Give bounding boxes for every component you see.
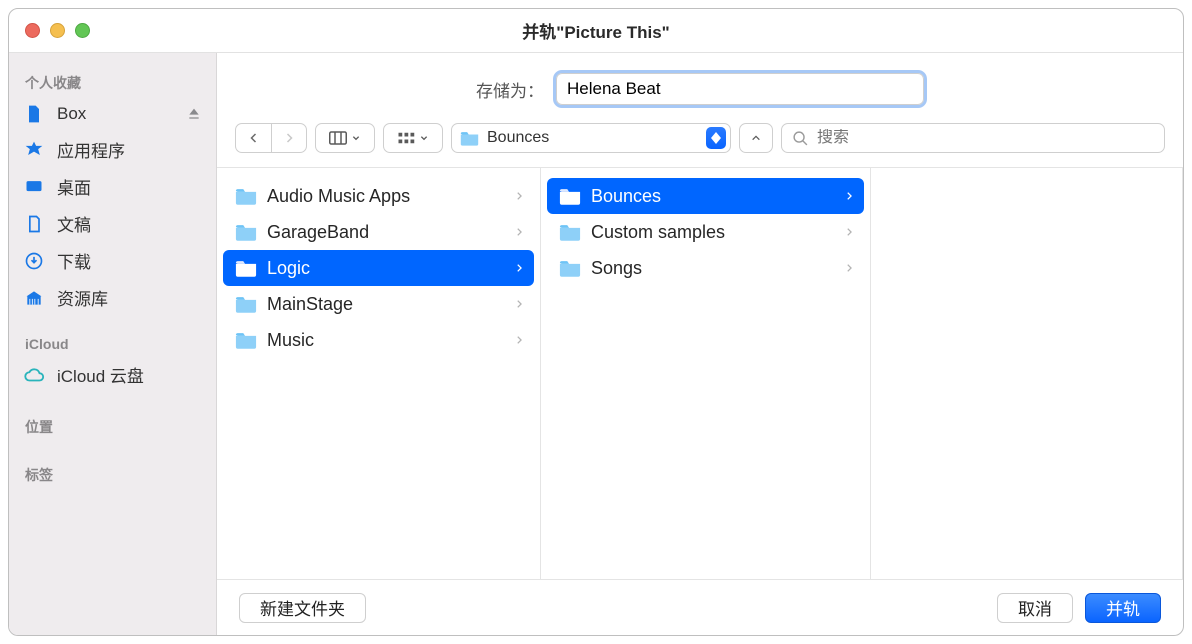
folder-row[interactable]: Custom samples xyxy=(547,214,864,250)
sidebar-item-box[interactable]: Box xyxy=(9,97,216,131)
folder-name: MainStage xyxy=(267,294,353,315)
sidebar-item-label: 资源库 xyxy=(57,285,108,310)
window-title: 并轨"Picture This" xyxy=(9,18,1183,43)
folder-row[interactable]: Bounces xyxy=(547,178,864,214)
save-as-row: 存储为： xyxy=(217,53,1183,117)
document-icon xyxy=(23,103,45,125)
folder-row[interactable]: MainStage xyxy=(223,286,534,322)
cloud-icon xyxy=(23,364,45,386)
columns-icon xyxy=(329,131,347,145)
bounce-button[interactable]: 并轨 xyxy=(1085,593,1161,623)
desktop-icon xyxy=(23,176,45,198)
folder-row[interactable]: Songs xyxy=(547,250,864,286)
chevron-right-icon xyxy=(514,225,524,239)
sidebar-section-icloud: iCloud xyxy=(9,330,216,356)
sidebar-section-favorites: 个人收藏 xyxy=(9,67,216,97)
folder-name: GarageBand xyxy=(267,222,369,243)
chevron-right-icon xyxy=(844,225,854,239)
library-icon xyxy=(23,287,45,309)
column-2[interactable]: Bounces Custom samples Songs xyxy=(541,168,871,579)
chevron-right-icon xyxy=(514,333,524,347)
sidebar-item-documents[interactable]: 文稿 xyxy=(9,205,216,242)
search-input[interactable] xyxy=(817,129,1154,147)
folder-row[interactable]: Audio Music Apps xyxy=(223,178,534,214)
folder-name: Bounces xyxy=(591,186,661,207)
save-as-label: 存储为： xyxy=(476,77,544,102)
titlebar: 并轨"Picture This" xyxy=(9,9,1183,53)
sidebar-item-downloads[interactable]: 下载 xyxy=(9,242,216,279)
sidebar-item-label: iCloud 云盘 xyxy=(57,362,144,387)
chevron-right-icon xyxy=(844,189,854,203)
location-name: Bounces xyxy=(487,129,698,147)
new-folder-button[interactable]: 新建文件夹 xyxy=(239,593,366,623)
sidebar-item-label: 下载 xyxy=(57,248,91,273)
chevron-down-icon xyxy=(419,134,429,142)
browser-toolbar: Bounces xyxy=(217,117,1183,168)
bounce-save-dialog: 并轨"Picture This" 个人收藏 Box 应用程序 xyxy=(8,8,1184,636)
folder-name: Songs xyxy=(591,258,642,279)
sidebar-item-label: 文稿 xyxy=(57,211,91,236)
apps-icon xyxy=(23,139,45,161)
column-1[interactable]: Audio Music Apps GarageBand Logic MainStage… xyxy=(217,168,541,579)
collapse-button[interactable] xyxy=(739,123,773,153)
sidebar-item-icloud-drive[interactable]: iCloud 云盘 xyxy=(9,356,216,393)
dialog-footer: 新建文件夹 取消 并轨 xyxy=(217,579,1183,635)
column-browser: Audio Music Apps GarageBand Logic MainStage… xyxy=(217,168,1183,579)
forward-button[interactable] xyxy=(271,123,307,153)
view-mode-button[interactable] xyxy=(315,123,375,153)
folder-row[interactable]: GarageBand xyxy=(223,214,534,250)
popup-arrows-icon xyxy=(706,127,726,149)
folder-name: Logic xyxy=(267,258,310,279)
search-icon xyxy=(792,130,809,147)
folder-name: Audio Music Apps xyxy=(267,186,410,207)
chevron-down-icon xyxy=(351,134,361,142)
group-by-button[interactable] xyxy=(383,123,443,153)
folder-icon xyxy=(460,131,479,146)
back-button[interactable] xyxy=(235,123,271,153)
sidebar-item-label: 桌面 xyxy=(57,174,91,199)
main-panel: 存储为： xyxy=(217,53,1183,635)
folder-row[interactable]: Music xyxy=(223,322,534,358)
search-field[interactable] xyxy=(781,123,1165,153)
sidebar-item-label: 应用程序 xyxy=(57,137,125,162)
nav-back-forward xyxy=(235,123,307,153)
folder-name: Custom samples xyxy=(591,222,725,243)
eject-icon[interactable] xyxy=(186,106,202,122)
folder-row[interactable]: Logic xyxy=(223,250,534,286)
chevron-right-icon xyxy=(514,261,524,275)
sidebar-item-label: Box xyxy=(57,104,86,124)
chevron-up-icon xyxy=(749,133,763,143)
chevron-right-icon xyxy=(514,189,524,203)
downloads-icon xyxy=(23,250,45,272)
folder-name: Music xyxy=(267,330,314,351)
column-3[interactable] xyxy=(871,168,1183,579)
documents-icon xyxy=(23,213,45,235)
finder-sidebar: 个人收藏 Box 应用程序 桌面 xyxy=(9,53,217,635)
chevron-right-icon xyxy=(844,261,854,275)
grid-icon xyxy=(397,131,415,145)
sidebar-section-locations: 位置 xyxy=(9,411,216,441)
sidebar-item-library[interactable]: 资源库 xyxy=(9,279,216,316)
sidebar-item-applications[interactable]: 应用程序 xyxy=(9,131,216,168)
sidebar-item-desktop[interactable]: 桌面 xyxy=(9,168,216,205)
location-popup[interactable]: Bounces xyxy=(451,123,731,153)
cancel-button[interactable]: 取消 xyxy=(997,593,1073,623)
sidebar-section-tags: 标签 xyxy=(9,459,216,489)
chevron-right-icon xyxy=(514,297,524,311)
save-as-input[interactable] xyxy=(556,73,924,105)
